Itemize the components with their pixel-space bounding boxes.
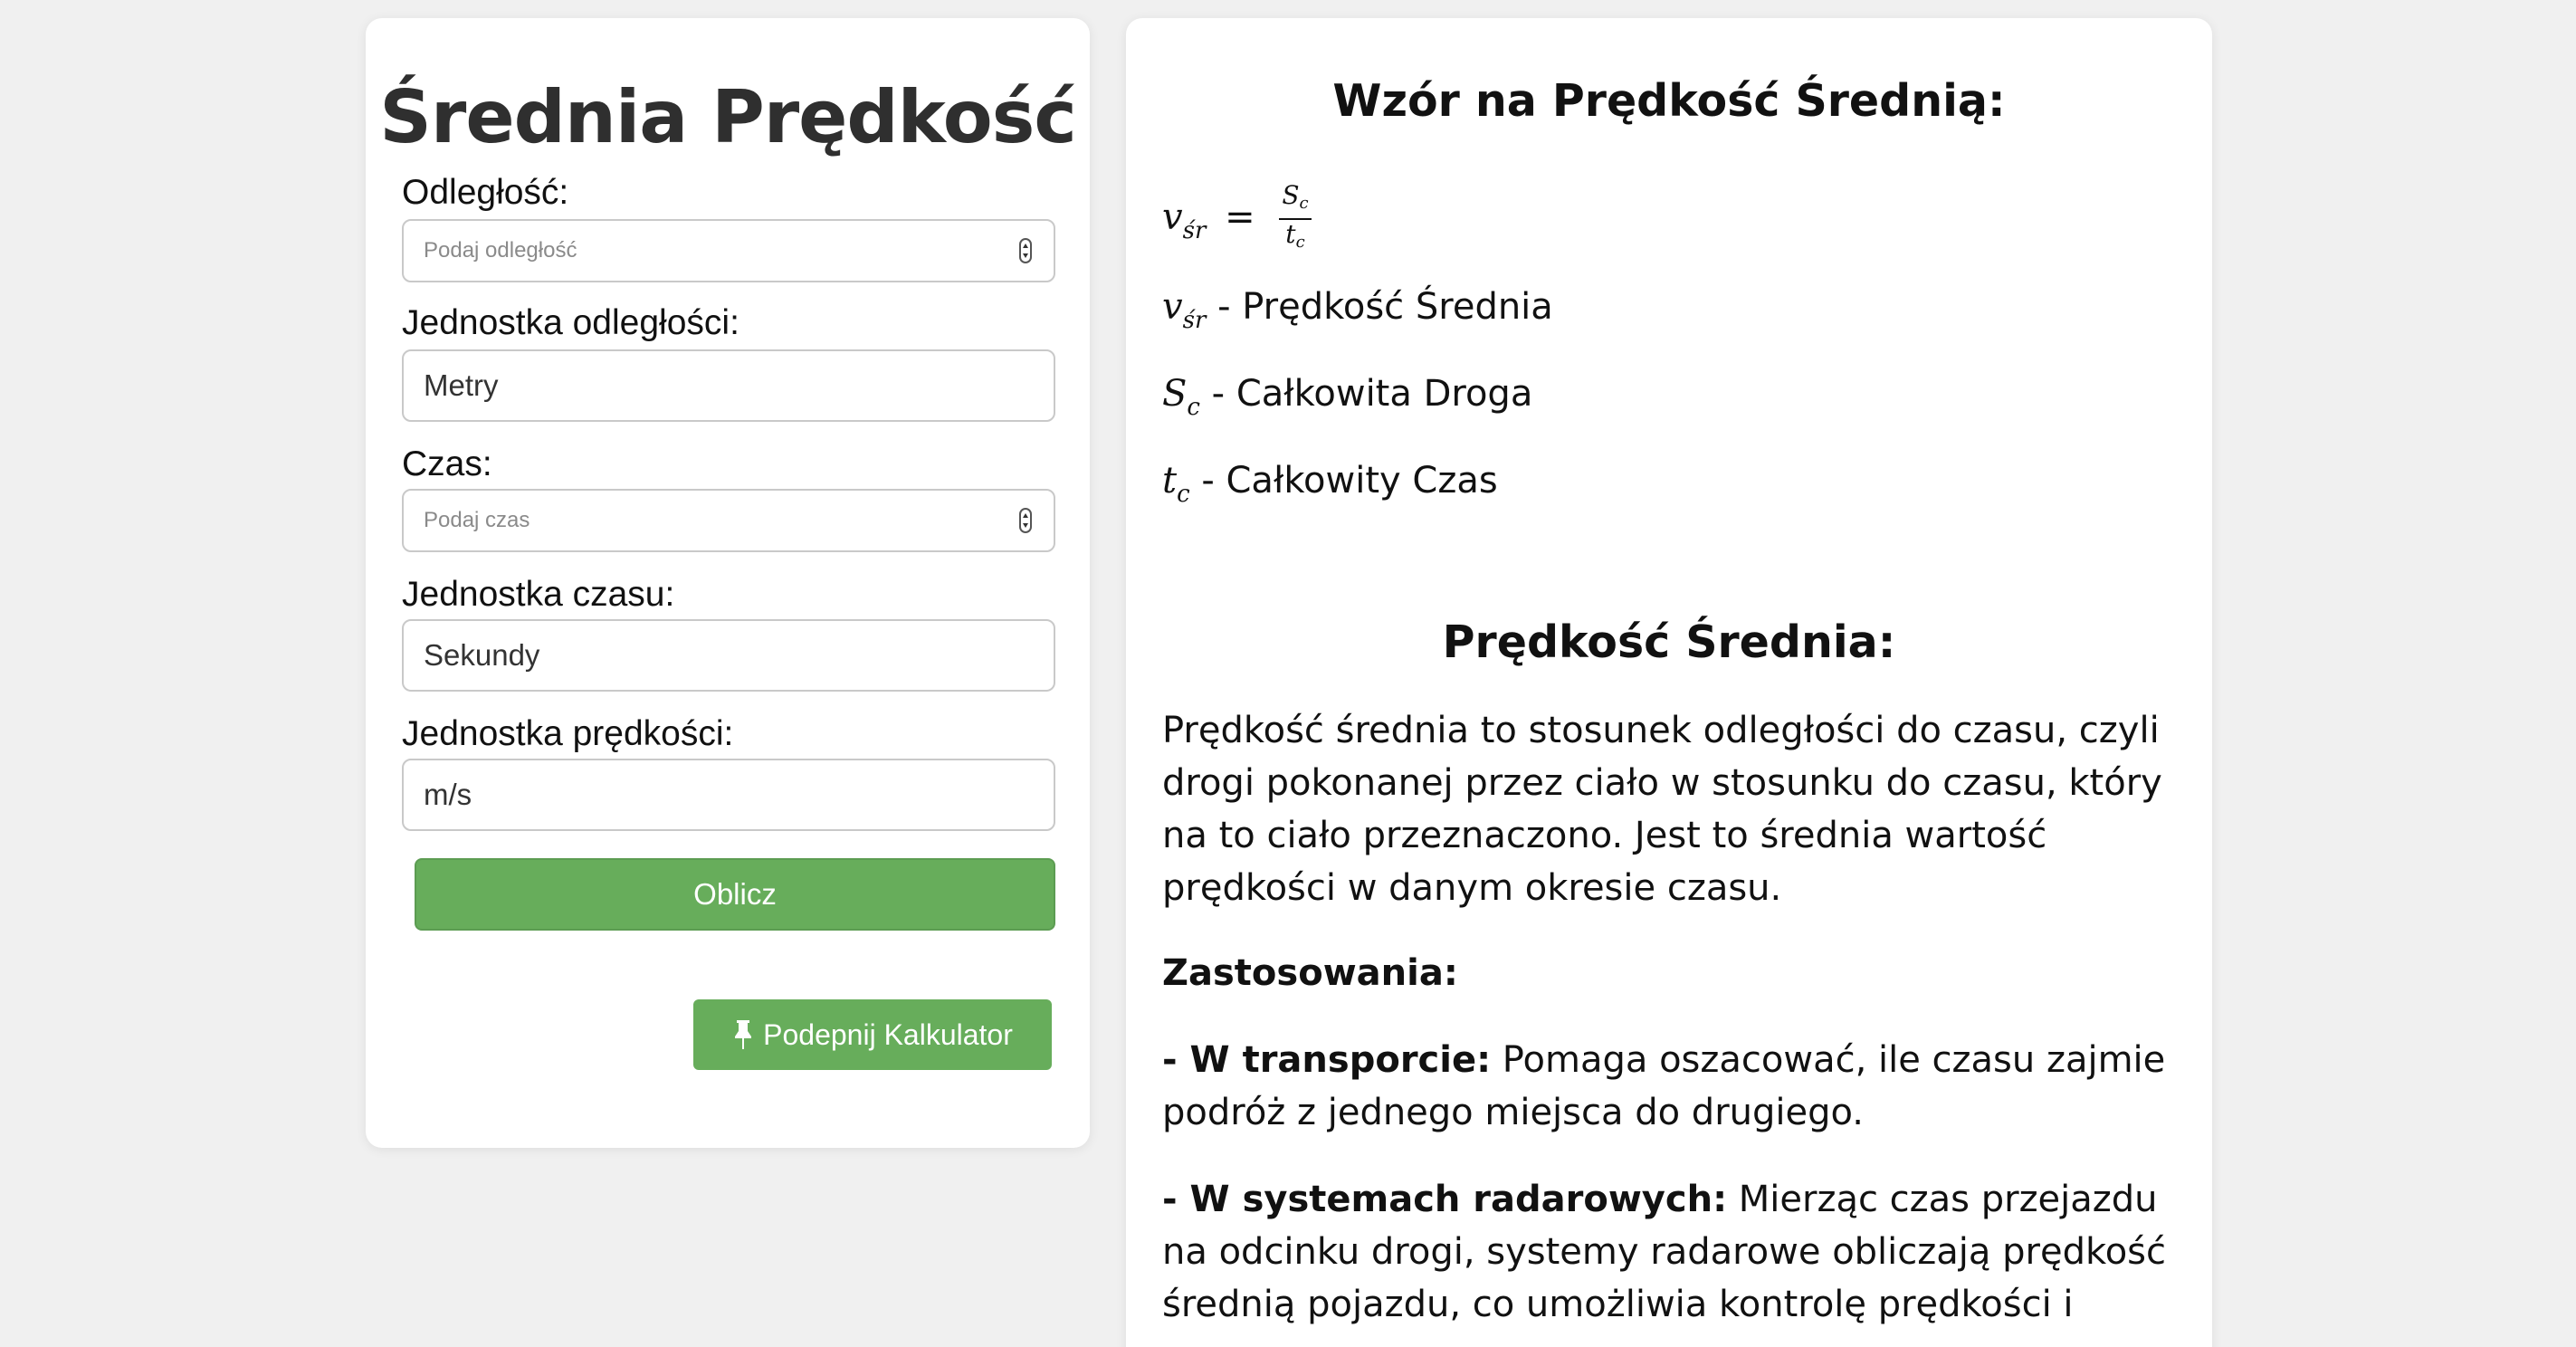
formula: vśr = Sc tc — [1162, 183, 1312, 255]
distance-input[interactable]: Podaj odległość — [402, 219, 1055, 282]
calculator-card: Średnia Prędkość Odległość: Podaj odległ… — [366, 18, 1090, 1148]
description-paragraph: Prędkość średnia to stosunek odległości … — [1162, 710, 2162, 909]
applications-heading: Zastosowania: — [1162, 952, 1458, 994]
time-label: Czas: — [402, 444, 492, 483]
application-radar: - W systemach radarowych: Mierząc czas p… — [1162, 1179, 2167, 1325]
distance-unit-label: Jednostka odległości: — [402, 303, 739, 342]
application-transport: - W transporcie: Pomaga oszacować, ile c… — [1162, 1039, 2166, 1133]
formula-lhs: vśr — [1162, 196, 1207, 244]
number-spinner-icon[interactable] — [1019, 508, 1032, 533]
distance-label: Odległość: — [402, 173, 569, 212]
calculator-title: Średnia Prędkość — [379, 75, 1076, 159]
time-placeholder: Podaj czas — [424, 508, 530, 532]
time-unit-select[interactable]: Sekundy — [402, 619, 1055, 692]
pin-button-label: Podepnij Kalkulator — [763, 1017, 1013, 1051]
distance-placeholder: Podaj odległość — [424, 238, 577, 263]
speed-unit-label: Jednostka prędkości: — [402, 714, 734, 753]
pushpin-icon — [735, 1020, 752, 1049]
time-unit-label: Jednostka czasu: — [402, 575, 675, 614]
number-spinner-icon[interactable] — [1019, 238, 1032, 263]
formula-heading: Wzór na Prędkość Średnią: — [1332, 75, 2006, 127]
section-heading: Prędkość Średnia: — [1442, 616, 1896, 668]
definition-total-time: tc - Całkowity Czas — [1162, 460, 1498, 508]
time-unit-value: Sekundy — [424, 638, 540, 672]
definition-total-distance: Sc - Całkowita Droga — [1162, 373, 1533, 421]
formula-fraction: Sc tc — [1279, 183, 1312, 255]
formula-numerator: Sc — [1279, 183, 1312, 220]
calculate-button[interactable]: Oblicz — [415, 858, 1055, 931]
formula-denominator: tc — [1285, 219, 1305, 253]
distance-unit-value: Metry — [424, 368, 499, 402]
speed-unit-select[interactable]: m/s — [402, 759, 1055, 831]
formula-equals: = — [1225, 196, 1255, 238]
distance-unit-select[interactable]: Metry — [402, 349, 1055, 422]
definition-average-speed: vśr - Prędkość Średnia — [1162, 286, 1553, 334]
time-input[interactable]: Podaj czas — [402, 489, 1055, 552]
pin-calculator-button[interactable]: Podepnij Kalkulator — [693, 999, 1052, 1070]
info-card: Wzór na Prędkość Średnią: vśr = Sc tc vś… — [1126, 18, 2212, 1347]
speed-unit-value: m/s — [424, 778, 472, 811]
